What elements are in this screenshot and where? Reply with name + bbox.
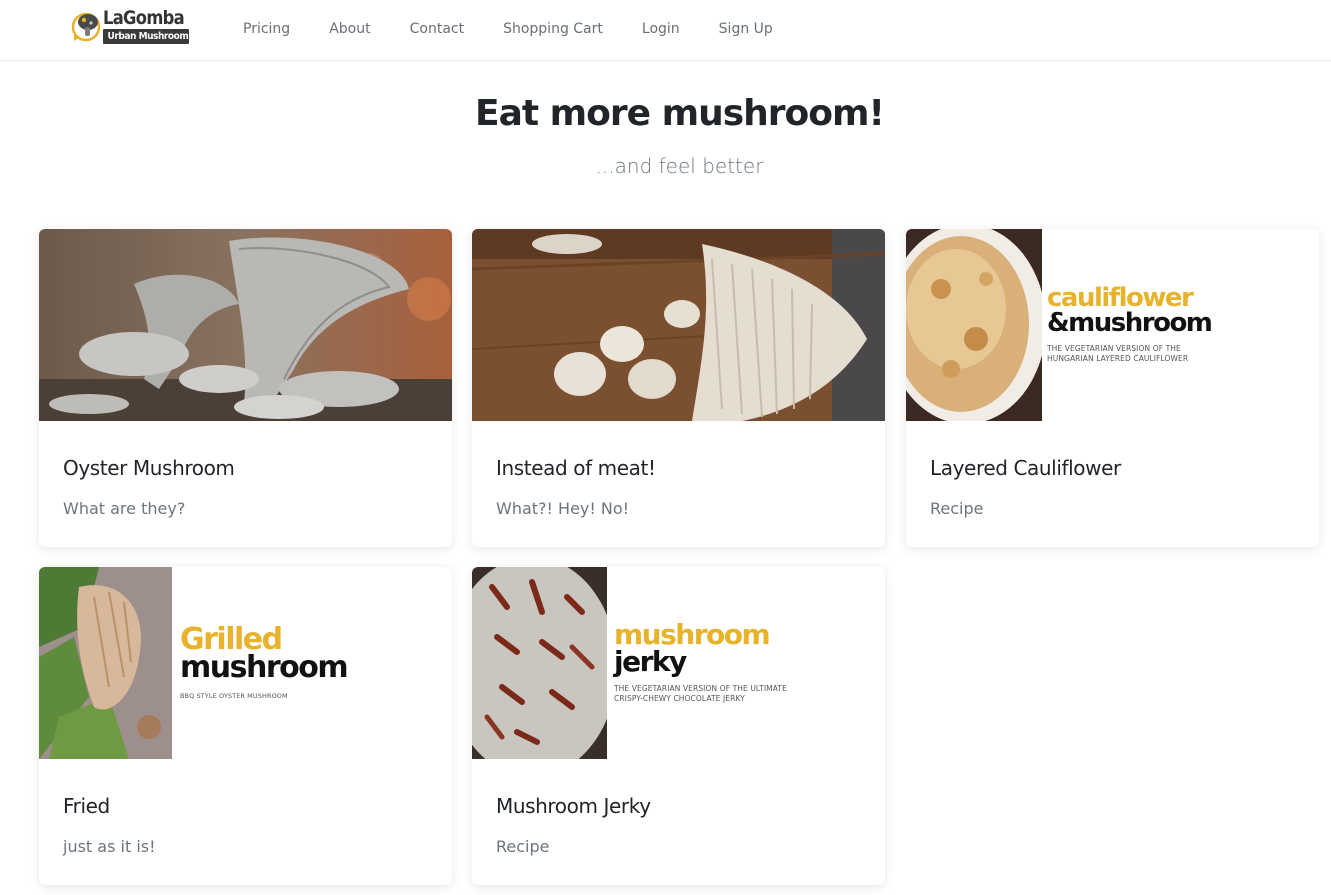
card-body: Instead of meat! What?! Hey! No!	[496, 455, 869, 520]
card-subtitle: What?! Hey! No!	[496, 499, 630, 518]
card-subtitle: What are they?	[63, 499, 186, 518]
nav-link-about[interactable]: About	[329, 21, 370, 37]
card-fried[interactable]: Grilled mushroom BBQ STYLE OYSTER MUSHRO…	[39, 567, 452, 885]
graphic-caption-1: THE VEGETARIAN VERSION OF THE ULTIMATE	[614, 683, 787, 693]
card-mushroom-jerky[interactable]: mushroom jerky THE VEGETARIAN VERSION OF…	[472, 567, 885, 885]
jerky-photo	[472, 567, 607, 759]
card-title: Instead of meat!	[496, 456, 656, 480]
card-image-oyster-mushroom	[39, 229, 452, 421]
card-subtitle: just as it is!	[63, 837, 156, 856]
card-subtitle: Recipe	[930, 499, 984, 518]
grilled-salad-photo	[39, 567, 172, 759]
nav-link-login[interactable]: Login	[642, 21, 680, 37]
mushroom-logo-icon	[71, 12, 101, 42]
card-body: Layered Cauliflower Recipe	[930, 455, 1303, 520]
card-body: Mushroom Jerky Recipe	[496, 793, 869, 858]
graphic-line-2: &mushroom	[1047, 308, 1213, 338]
card-image-cauliflower-graphic: cauliflower &mushroom THE VEGETARIAN VER…	[906, 229, 1319, 421]
cauliflower-graphic-text: cauliflower &mushroom THE VEGETARIAN VER…	[1047, 229, 1213, 421]
graphic-line-2: jerky	[614, 645, 687, 678]
top-navbar: LaGomba Urban Mushroom Pricing About Con…	[0, 0, 1331, 61]
card-title: Mushroom Jerky	[496, 794, 651, 818]
card-oyster-mushroom[interactable]: Oyster Mushroom What are they?	[39, 229, 452, 547]
card-body: Oyster Mushroom What are they?	[63, 455, 436, 520]
card-title: Oyster Mushroom	[63, 456, 235, 480]
graphic-caption-2: HUNGARIAN LAYERED CAULIFLOWER	[1047, 353, 1189, 363]
graphic-caption-1: THE VEGETARIAN VERSION OF THE	[1047, 343, 1181, 353]
card-layered-cauliflower[interactable]: cauliflower &mushroom THE VEGETARIAN VER…	[906, 229, 1319, 547]
page-title: Eat more mushroom!	[475, 93, 885, 134]
page-subtitle: ...and feel better	[595, 154, 764, 178]
card-subtitle: Recipe	[496, 837, 550, 856]
card-instead-of-meat[interactable]: Instead of meat! What?! Hey! No!	[472, 229, 885, 547]
main-nav: Pricing About Contact Shopping Cart Logi…	[243, 0, 812, 58]
brand-tagline-text: Urban Mushroom	[107, 31, 189, 42]
casserole-photo	[906, 229, 1042, 421]
card-image-jerky-graphic: mushroom jerky THE VEGETARIAN VERSION OF…	[472, 567, 885, 759]
card-image-grilled-mushroom-graphic: Grilled mushroom BBQ STYLE OYSTER MUSHRO…	[39, 567, 452, 759]
brand-logo-link[interactable]: LaGomba Urban Mushroom	[70, 7, 192, 47]
card-title: Layered Cauliflower	[930, 456, 1121, 480]
brand-tagline: Urban Mushroom	[103, 29, 189, 44]
graphic-line-2: mushroom	[180, 650, 349, 685]
grilled-graphic-text: Grilled mushroom BBQ STYLE OYSTER MUSHRO…	[180, 567, 349, 759]
graphic-caption-2: CRISPY-CHEWY CHOCOLATE JERKY	[614, 693, 745, 703]
nav-link-pricing[interactable]: Pricing	[243, 21, 290, 37]
card-title: Fried	[63, 794, 110, 818]
nav-link-sign-up[interactable]: Sign Up	[719, 21, 773, 37]
nav-link-shopping-cart[interactable]: Shopping Cart	[503, 21, 603, 37]
card-image-sliced-mushroom	[472, 229, 885, 421]
brand-name: LaGomba	[103, 7, 185, 29]
graphic-caption-1: BBQ STYLE OYSTER MUSHROOM	[180, 691, 288, 700]
card-body: Fried just as it is!	[63, 793, 436, 858]
nav-link-contact[interactable]: Contact	[410, 21, 464, 37]
jerky-graphic-text: mushroom jerky THE VEGETARIAN VERSION OF…	[614, 567, 787, 759]
